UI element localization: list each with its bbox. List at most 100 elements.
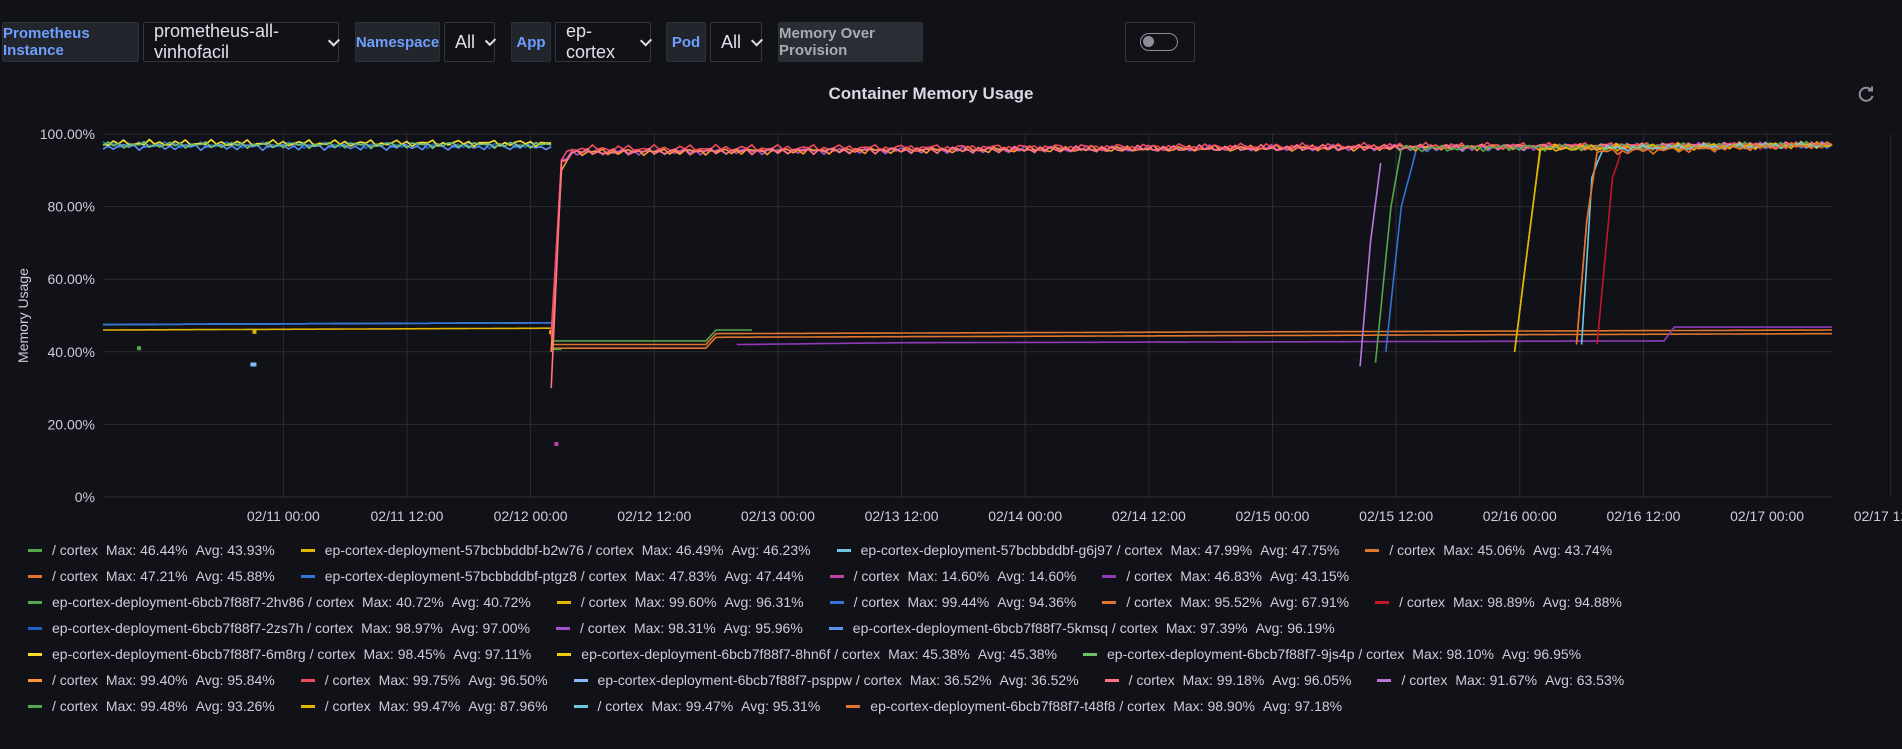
legend-item[interactable]: ep-cortex-deployment-57bcbbddbf-b2w76 / … xyxy=(300,542,819,558)
legend-avg: Avg: 96.05% xyxy=(1272,672,1352,688)
legend-item[interactable]: / cortex Max: 99.40% Avg: 95.84% xyxy=(28,672,283,688)
legend-item[interactable]: / cortex Max: 99.47% Avg: 87.96% xyxy=(300,698,556,714)
legend-avg: Avg: 45.88% xyxy=(195,568,275,584)
legend-series-name: / cortex xyxy=(580,594,627,610)
pod-select[interactable]: All xyxy=(710,22,764,62)
legend-max: Max: 99.18% xyxy=(1182,672,1265,688)
x-tick-label: 02/14 12:00 xyxy=(1112,508,1186,524)
legend-swatch xyxy=(573,678,588,682)
legend-item[interactable]: ep-cortex-deployment-6bcb7f88f7-5kmsq / … xyxy=(828,620,1343,636)
legend-series-name: / cortex xyxy=(580,620,626,636)
legend-series-name: / cortex xyxy=(1126,568,1173,584)
series-line xyxy=(550,140,1833,334)
series-1 xyxy=(103,327,552,334)
legend-item[interactable]: / cortex Max: 91.67% Avg: 63.53% xyxy=(1377,672,1632,688)
legend-avg: Avg: 97.11% xyxy=(453,646,532,662)
legend-max: Max: 14.60% xyxy=(907,568,990,584)
legend-item[interactable]: / cortex Max: 99.18% Avg: 96.05% xyxy=(1104,672,1360,688)
legend-item[interactable]: / cortex Max: 99.48% Avg: 93.26% xyxy=(28,698,283,714)
namespace-select[interactable]: All xyxy=(444,22,497,62)
legend-item[interactable]: ep-cortex-deployment-6bcb7f88f7-2zs7h / … xyxy=(28,620,538,636)
legend-max: Max: 98.45% xyxy=(363,646,446,662)
series-26 xyxy=(1580,141,1833,345)
x-tick-label: 02/12 12:00 xyxy=(617,508,691,524)
legend-series-name: / cortex xyxy=(52,672,98,688)
legend-item[interactable]: ep-cortex-deployment-6bcb7f88f7-psppw / … xyxy=(573,672,1087,688)
y-tick-label: 40.00% xyxy=(48,344,95,360)
legend-avg: Avg: 14.60% xyxy=(997,568,1077,584)
legend-series-name: / cortex xyxy=(1128,672,1175,688)
y-tick-label: 100.00% xyxy=(40,126,95,142)
series-line xyxy=(1385,141,1833,352)
series-14 xyxy=(550,140,1833,334)
legend-item[interactable]: / cortex Max: 99.44% Avg: 94.36% xyxy=(829,594,1085,610)
data-point xyxy=(250,362,255,367)
legend-item[interactable]: ep-cortex-deployment-57bcbbddbf-ptgz8 / … xyxy=(300,568,812,584)
y-tick-label: 80.00% xyxy=(48,199,95,215)
legend-item[interactable]: ep-cortex-deployment-57bcbbddbf-g6j97 / … xyxy=(836,542,1348,558)
legend-max: Max: 99.75% xyxy=(378,672,461,688)
legend-series-name: ep-cortex-deployment-57bcbbddbf-b2w76 / … xyxy=(324,542,634,558)
legend-max: Max: 98.31% xyxy=(633,620,716,636)
legend-avg: Avg: 96.19% xyxy=(1255,620,1335,636)
refresh-icon[interactable] xyxy=(1856,84,1876,104)
chevron-down-icon xyxy=(484,34,497,46)
legend-item[interactable]: / cortex Max: 47.21% Avg: 45.88% xyxy=(28,568,283,584)
legend-item[interactable]: ep-cortex-deployment-6bcb7f88f7-2hv86 / … xyxy=(28,594,539,610)
legend-swatch xyxy=(573,704,588,708)
series-12 xyxy=(1596,142,1833,345)
prometheus-instance-value: prometheus-all-vinhofacil xyxy=(154,21,280,62)
legend-series-name: ep-cortex-deployment-6bcb7f88f7-2hv86 / … xyxy=(52,594,354,610)
legend-swatch xyxy=(556,626,571,630)
data-point xyxy=(554,442,559,447)
legend-swatch xyxy=(300,548,315,552)
legend-avg: Avg: 95.84% xyxy=(195,672,275,688)
legend-series-name: ep-cortex-deployment-6bcb7f88f7-6m8rg / … xyxy=(52,646,356,662)
legend-series-name: ep-cortex-deployment-57bcbbddbf-g6j97 / … xyxy=(860,542,1163,558)
legend-max: Max: 95.52% xyxy=(1180,594,1262,610)
legend-item[interactable]: / cortex Max: 99.75% Avg: 96.50% xyxy=(300,672,556,688)
legend-item[interactable]: / cortex Max: 99.60% Avg: 96.31% xyxy=(556,594,812,610)
legend-item[interactable]: ep-cortex-deployment-6bcb7f88f7-8hn6f / … xyxy=(557,646,1065,662)
chevron-down-icon xyxy=(640,34,653,46)
legend-item[interactable]: / cortex Max: 45.06% Avg: 43.74% xyxy=(1365,542,1620,558)
prometheus-instance-select[interactable]: prometheus-all-vinhofacil xyxy=(143,21,341,62)
y-tick-label: 60.00% xyxy=(48,271,95,287)
legend-item[interactable]: ep-cortex-deployment-6bcb7f88f7-t48f8 / … xyxy=(846,698,1350,714)
memory-usage-chart: 0% 20.00% 40.00% 60.00% 80.00% 100.00% 02/11 0… xyxy=(15,126,1902,524)
legend-swatch xyxy=(829,574,844,578)
legend-max: Max: 36.52% xyxy=(909,672,992,688)
legend-avg: Avg: 96.95% xyxy=(1502,646,1582,662)
legend-series-name: / cortex xyxy=(324,672,371,688)
legend-max: Max: 97.39% xyxy=(1165,620,1248,636)
legend-item[interactable]: / cortex Max: 46.44% Avg: 43.93% xyxy=(28,542,283,558)
legend-series-name: ep-cortex-deployment-57bcbbddbf-ptgz8 / … xyxy=(324,568,627,584)
series-line xyxy=(550,141,1833,338)
memory-over-provision-toggle[interactable] xyxy=(1140,33,1178,51)
series-line xyxy=(1513,142,1833,352)
legend-avg: Avg: 63.53% xyxy=(1545,672,1625,688)
prometheus-instance-label: Prometheus Instance xyxy=(2,22,139,62)
legend-item[interactable]: / cortex Max: 46.83% Avg: 43.15% xyxy=(1102,568,1357,584)
legend-swatch xyxy=(1365,548,1380,552)
panel-title: Container Memory Usage xyxy=(828,84,1034,103)
legend-item[interactable]: / cortex Max: 98.31% Avg: 95.96% xyxy=(556,620,811,636)
legend-max: Max: 46.83% xyxy=(1180,568,1262,584)
legend-item[interactable]: ep-cortex-deployment-6bcb7f88f7-9js4p / … xyxy=(1083,646,1589,662)
app-select[interactable]: ep-cortex xyxy=(555,21,653,62)
legend-max: Max: 98.10% xyxy=(1412,646,1494,662)
legend-series-name: ep-cortex-deployment-6bcb7f88f7-5kmsq / … xyxy=(852,620,1158,636)
legend-series-name: / cortex xyxy=(52,698,98,714)
legend-series-name: ep-cortex-deployment-6bcb7f88f7-psppw / … xyxy=(597,672,902,688)
legend-swatch xyxy=(28,652,42,656)
legend-item[interactable]: / cortex Max: 95.52% Avg: 67.91% xyxy=(1102,594,1357,610)
legend-swatch xyxy=(28,600,42,604)
legend-item[interactable]: / cortex Max: 14.60% Avg: 14.60% xyxy=(829,568,1085,584)
legend-series-name: / cortex xyxy=(1126,594,1173,610)
legend-row: / cortex Max: 99.48% Avg: 93.26% / cortex Ma… xyxy=(28,693,1888,719)
series-line xyxy=(550,141,1833,389)
legend-item[interactable]: / cortex Max: 98.89% Avg: 94.88% xyxy=(1375,594,1630,610)
legend-max: Max: 99.47% xyxy=(651,698,734,714)
legend-item[interactable]: ep-cortex-deployment-6bcb7f88f7-6m8rg / … xyxy=(28,646,539,662)
legend-item[interactable]: / cortex Max: 99.47% Avg: 95.31% xyxy=(573,698,829,714)
